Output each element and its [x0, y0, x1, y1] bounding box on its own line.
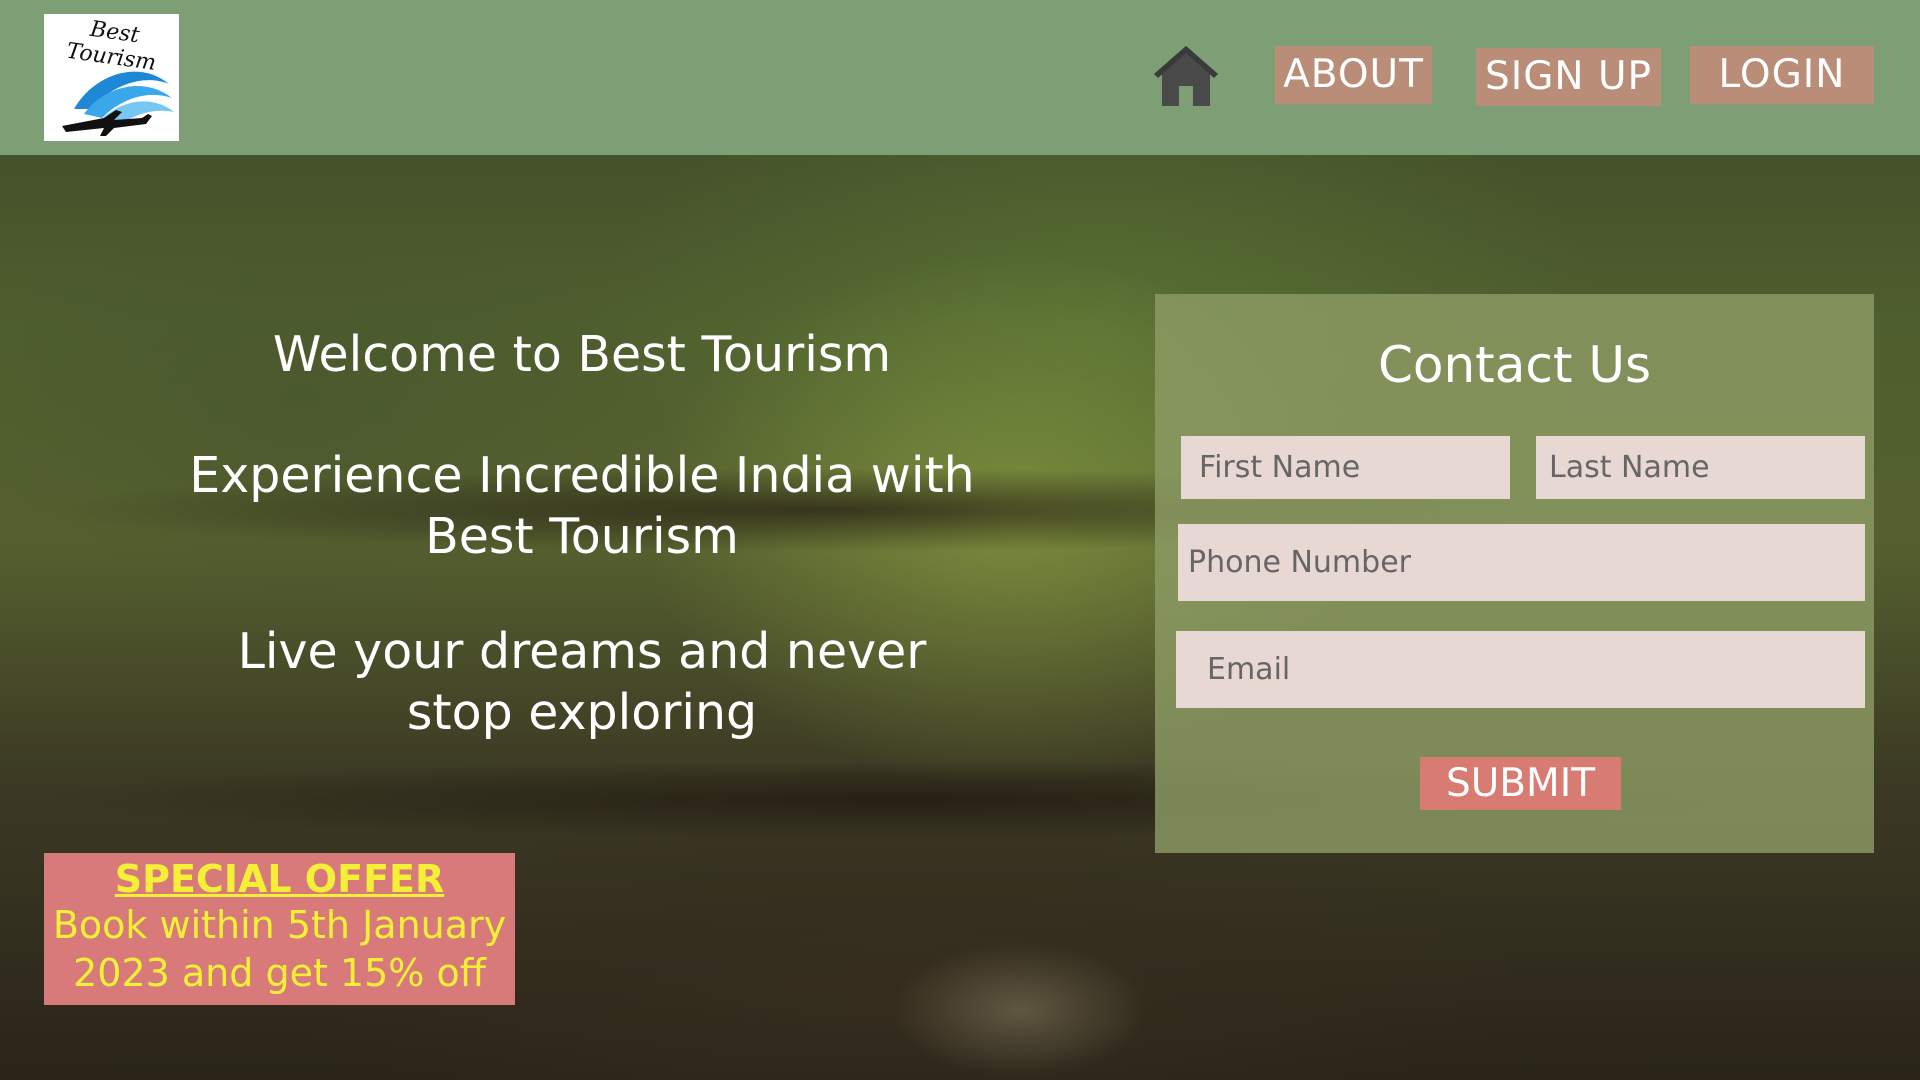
home-icon	[1154, 46, 1218, 106]
contact-title: Contact Us	[1377, 336, 1652, 394]
background-stream	[840, 900, 1200, 1080]
nav-signup-button[interactable]: SIGN UP	[1476, 48, 1661, 106]
first-name-input[interactable]	[1181, 436, 1510, 499]
site-logo[interactable]: Best Tourism	[44, 14, 179, 141]
nav-login-button[interactable]: LOGIN	[1690, 46, 1874, 104]
logo-wave-plane-icon	[62, 71, 174, 136]
last-name-input[interactable]	[1536, 436, 1865, 499]
contact-form: Contact Us SUBMIT	[1155, 294, 1874, 853]
hero-dreams-text: Live your dreams and never stop explorin…	[237, 623, 927, 741]
hero-welcome-text: Welcome to Best Tourism	[272, 326, 892, 383]
phone-number-input[interactable]	[1178, 524, 1865, 601]
submit-button[interactable]: SUBMIT	[1420, 757, 1621, 810]
nav-about-button[interactable]: ABOUT	[1275, 46, 1432, 104]
page: Best Tourism ABOUT SIGN UP LOGIN Welcome…	[0, 0, 1920, 1080]
email-input[interactable]	[1176, 631, 1865, 708]
special-offer-banner: SPECIAL OFFER Book within 5th January 20…	[44, 853, 515, 1005]
hero-tagline-text: Experience Incredible India with Best To…	[189, 447, 975, 565]
special-offer-title: SPECIAL OFFER	[114, 857, 445, 901]
home-button[interactable]	[1152, 44, 1220, 108]
special-offer-text: Book within 5th January 2023 and get 15%…	[52, 903, 507, 995]
site-header: Best Tourism ABOUT SIGN UP LOGIN	[0, 0, 1920, 155]
